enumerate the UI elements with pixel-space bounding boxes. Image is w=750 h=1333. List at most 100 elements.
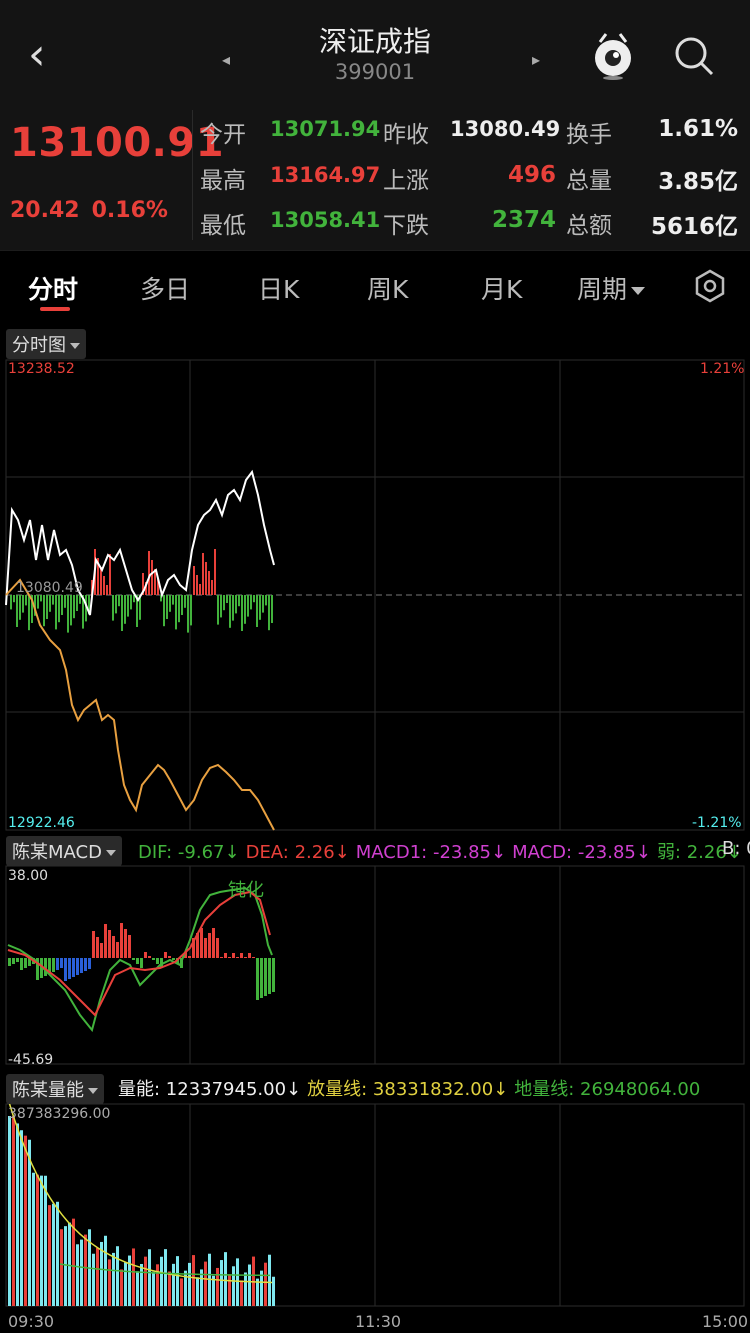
- macd-bar: [80, 958, 83, 973]
- volume-bar: [36, 1174, 39, 1306]
- volume-bar: [224, 1252, 227, 1306]
- volume-bar: [20, 1130, 23, 1306]
- volume-bar: [176, 1256, 179, 1306]
- macd-bar: [136, 958, 139, 964]
- volume-bar: [92, 1253, 95, 1306]
- intraday-bar: [130, 595, 132, 610]
- intraday-mid-price: 13080.49: [16, 580, 83, 596]
- macd-dea: DEA: 2.26↓: [245, 842, 350, 863]
- volume-bar: [108, 1259, 111, 1306]
- volume-bar: [220, 1260, 223, 1306]
- macd-bar: [164, 952, 167, 958]
- intraday-bar: [112, 595, 114, 621]
- volume-bar: [64, 1226, 67, 1306]
- macd-bar: [188, 956, 191, 958]
- volume-bar: [16, 1123, 19, 1306]
- macd-bar: [116, 942, 119, 958]
- intraday-bar: [196, 575, 198, 595]
- chart-grid: [5, 359, 745, 1307]
- volume-bar: [132, 1248, 135, 1306]
- intraday-bar: [37, 595, 39, 609]
- intraday-bar: [223, 595, 225, 611]
- macd-bar: [88, 958, 91, 969]
- volume-bars: [8, 1116, 275, 1306]
- macd-bar: [56, 958, 59, 970]
- macd-bar: [52, 958, 55, 972]
- macd-bar: [68, 958, 71, 979]
- volume-bar: [72, 1218, 75, 1306]
- macd-bar: [156, 958, 159, 964]
- volume-bar: [96, 1247, 99, 1306]
- chevron-down-icon: [105, 850, 116, 856]
- macd-selector-label: 陈某MACD: [12, 842, 102, 863]
- intraday-bar: [178, 595, 180, 623]
- intraday-bottom-percent: -1.21%: [692, 815, 742, 831]
- intraday-bar: [211, 580, 213, 595]
- intraday-bar: [220, 595, 222, 618]
- intraday-bar: [226, 595, 228, 603]
- volume-bar: [48, 1205, 51, 1306]
- intraday-bar: [124, 595, 126, 624]
- volume-bar: [272, 1276, 275, 1306]
- macd-bar: [240, 953, 243, 958]
- volume-bar: [268, 1254, 271, 1306]
- volume-bar: [28, 1139, 31, 1306]
- macd-bar: [64, 958, 67, 981]
- volume-bar: [76, 1244, 79, 1306]
- macd-bar: [128, 935, 131, 958]
- volume-bar: [228, 1274, 231, 1306]
- macd-bar: [8, 958, 11, 966]
- volume-bar: [136, 1271, 139, 1306]
- macd-bar: [208, 933, 211, 958]
- volume-bar: [244, 1272, 247, 1306]
- volume-bar: [124, 1262, 127, 1306]
- volume-selector[interactable]: 陈某量能: [6, 1074, 104, 1104]
- intraday-bar: [229, 595, 231, 628]
- macd-bar: [264, 958, 267, 996]
- intraday-bar: [13, 595, 15, 603]
- time-axis-end: 15:00: [702, 1312, 749, 1331]
- intraday-bar: [148, 551, 150, 595]
- intraday-bar: [205, 562, 207, 595]
- volume-bar: [192, 1255, 195, 1306]
- dea-line: [7, 890, 271, 1017]
- intraday-bar: [109, 554, 111, 595]
- volume-bar: [120, 1269, 123, 1306]
- volume-bar: [204, 1261, 207, 1306]
- intraday-bar: [166, 595, 168, 619]
- intraday-bar: [67, 595, 69, 633]
- intraday-bar: [49, 595, 51, 612]
- intraday-bar: [256, 595, 258, 627]
- macd-annotation: 钝化: [228, 880, 264, 901]
- volume-bar: [32, 1172, 35, 1306]
- intraday-bar: [190, 595, 192, 626]
- macd-selector[interactable]: 陈某MACD: [6, 836, 122, 866]
- intraday-bar: [43, 595, 45, 627]
- volume-ground-value: 地量线: 26948064.00: [514, 1079, 701, 1100]
- volume-bar: [112, 1252, 115, 1306]
- macd-bar: [248, 953, 251, 958]
- time-axis-start: 09:30: [8, 1312, 55, 1331]
- intraday-bar: [10, 595, 12, 610]
- macd-bar: [220, 957, 223, 958]
- macd-bar: [140, 958, 143, 968]
- volume-bar: [44, 1175, 47, 1306]
- volume-bar: [180, 1278, 183, 1306]
- intraday-bar: [172, 595, 174, 605]
- intraday-bar: [253, 595, 255, 603]
- macd-bar: [148, 956, 151, 958]
- macd-bar: [172, 958, 175, 960]
- volume-bar: [148, 1249, 151, 1306]
- macd-bar: [236, 957, 239, 958]
- chart-canvas: [5, 359, 745, 1307]
- macd-bar: [260, 958, 263, 998]
- volume-bar: [56, 1201, 59, 1306]
- intraday-bar: [19, 595, 21, 620]
- intraday-bar: [208, 571, 210, 595]
- macd-bar: [124, 929, 127, 958]
- intraday-bar: [271, 595, 273, 623]
- macd-bar: [108, 930, 111, 958]
- macd-bar: [204, 938, 207, 958]
- intraday-bar: [250, 595, 252, 610]
- volume-bar: [8, 1116, 11, 1306]
